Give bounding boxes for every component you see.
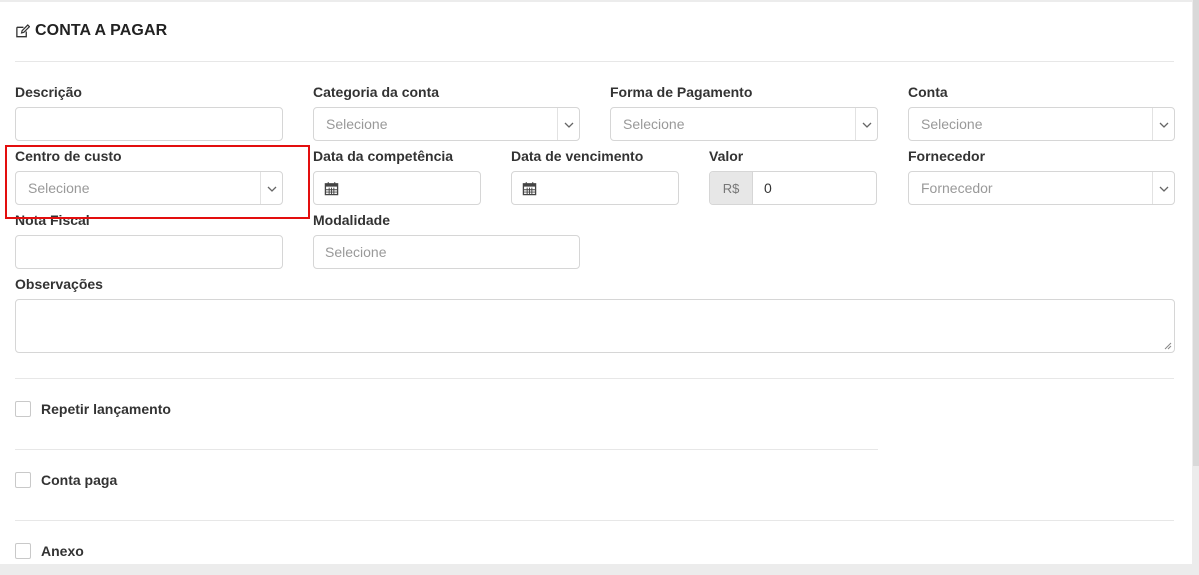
valor-value: 0	[764, 180, 772, 196]
conta-paga-label[interactable]: Conta paga	[41, 472, 117, 488]
forma-pagamento-placeholder: Selecione	[623, 116, 685, 132]
scrollbar[interactable]	[1193, 0, 1199, 466]
select-separator	[855, 108, 856, 140]
chevron-down-icon[interactable]	[563, 119, 575, 131]
page-title: CONTA A PAGAR	[15, 22, 167, 40]
select-separator	[1152, 172, 1153, 204]
conta-label: Conta	[908, 84, 948, 100]
page-title-text: CONTA A PAGAR	[35, 22, 168, 39]
calendar-icon	[324, 181, 339, 196]
categoria-select[interactable]: Selecione	[313, 107, 580, 141]
nota-fiscal-input[interactable]	[15, 235, 283, 269]
modalidade-select[interactable]: Selecione	[313, 235, 580, 269]
anexo-row[interactable]: Anexo	[15, 543, 84, 559]
title-divider	[15, 61, 1174, 62]
forma-pagamento-label: Forma de Pagamento	[610, 84, 753, 100]
descricao-label: Descrição	[15, 84, 82, 100]
forma-pagamento-select[interactable]: Selecione	[610, 107, 878, 141]
edit-icon	[16, 23, 30, 37]
currency-prefix: R$	[710, 172, 753, 204]
highlight-box	[5, 145, 310, 219]
repetir-lancamento-row[interactable]: Repetir lançamento	[15, 401, 171, 417]
conta-placeholder: Selecione	[921, 116, 983, 132]
anexo-label[interactable]: Anexo	[41, 543, 84, 559]
modalidade-label: Modalidade	[313, 212, 391, 228]
observacoes-textarea[interactable]	[15, 299, 1175, 353]
repetir-lancamento-checkbox[interactable]	[15, 401, 31, 417]
section-divider	[15, 520, 1174, 521]
section-divider	[15, 378, 1174, 379]
conta-select[interactable]: Selecione	[908, 107, 1175, 141]
fornecedor-label: Fornecedor	[908, 148, 986, 164]
calendar-icon	[522, 181, 537, 196]
select-separator	[1152, 108, 1153, 140]
descricao-input[interactable]	[15, 107, 283, 141]
conta-paga-row[interactable]: Conta paga	[15, 472, 117, 488]
form-card: CONTA A PAGAR Descrição Categoria da con…	[0, 2, 1192, 564]
fornecedor-placeholder: Fornecedor	[921, 180, 993, 196]
checkbox-divider	[15, 449, 878, 450]
data-competencia-label: Data da competência	[313, 148, 454, 164]
repetir-lancamento-label[interactable]: Repetir lançamento	[41, 401, 171, 417]
chevron-down-icon[interactable]	[1158, 119, 1170, 131]
categoria-placeholder: Selecione	[326, 116, 388, 132]
chevron-down-icon[interactable]	[1158, 183, 1170, 195]
valor-label: Valor	[709, 148, 744, 164]
resize-handle-icon[interactable]	[1164, 342, 1172, 350]
observacoes-label: Observações	[15, 276, 103, 292]
data-competencia-input[interactable]	[313, 171, 481, 205]
fornecedor-select[interactable]: Fornecedor	[908, 171, 1175, 205]
valor-input[interactable]: R$ 0	[709, 171, 877, 205]
modalidade-placeholder: Selecione	[325, 244, 387, 260]
categoria-label: Categoria da conta	[313, 84, 440, 100]
data-vencimento-input[interactable]	[511, 171, 679, 205]
chevron-down-icon[interactable]	[861, 119, 873, 131]
select-separator	[557, 108, 558, 140]
anexo-checkbox[interactable]	[15, 543, 31, 559]
data-vencimento-label: Data de vencimento	[511, 148, 644, 164]
conta-paga-checkbox[interactable]	[15, 472, 31, 488]
